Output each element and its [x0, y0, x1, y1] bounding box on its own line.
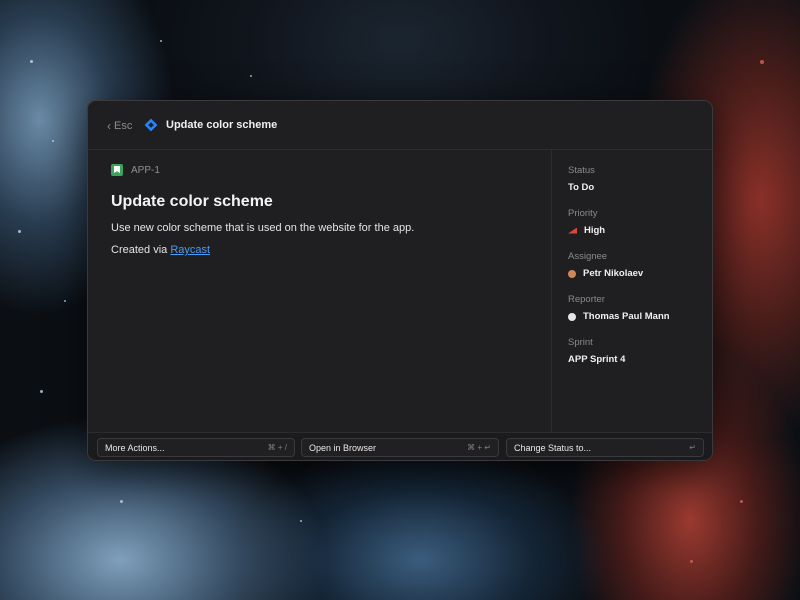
assignee-avatar: [568, 269, 576, 278]
status-field: Status To Do: [568, 165, 595, 193]
issue-description: Use new color scheme that is used on the…: [111, 222, 415, 234]
back-label: Esc: [114, 120, 133, 132]
priority-value: High: [568, 225, 605, 236]
priority-text: High: [584, 225, 606, 236]
wallpaper-speck: [740, 500, 743, 503]
created-prefix: Created via: [111, 244, 168, 256]
open-in-browser-button[interactable]: Open in Browser ⌘ + ↵: [301, 438, 499, 457]
change-status-shortcut: ↵: [689, 443, 696, 452]
wallpaper-speck: [40, 390, 43, 393]
priority-label: Priority: [568, 208, 598, 219]
details-sidebar: Status To Do Priority High Assignee Petr…: [551, 150, 712, 432]
wallpaper-speck: [160, 40, 162, 42]
change-status-button[interactable]: Change Status to... ↵: [506, 438, 704, 457]
reporter-avatar: [568, 312, 576, 321]
status-label: Status: [568, 165, 595, 176]
wallpaper-speck: [250, 75, 252, 77]
jira-icon: [144, 118, 158, 132]
sprint-text: APP Sprint 4: [568, 354, 626, 365]
header-title: Update color scheme: [166, 119, 278, 131]
more-actions-label: More Actions...: [105, 442, 165, 453]
status-text: To Do: [568, 182, 595, 193]
assignee-field: Assignee Petr Nikolaev: [568, 251, 643, 279]
issue-title: Update color scheme: [111, 193, 273, 210]
wallpaper-speck: [690, 560, 693, 563]
back-button[interactable]: ‹ Esc: [107, 119, 132, 133]
priority-field: Priority High: [568, 208, 605, 236]
issue-key-row: APP-1: [111, 164, 160, 176]
more-actions-shortcut: ⌘ + /: [267, 443, 287, 452]
wallpaper-speck: [120, 500, 123, 503]
open-in-browser-label: Open in Browser: [309, 442, 377, 453]
issue-window: ‹ Esc Update color scheme APP-1 Update c…: [87, 100, 713, 461]
wallpaper-speck: [30, 60, 33, 63]
wallpaper-speck: [300, 520, 302, 522]
wallpaper-speck: [760, 60, 764, 64]
status-value: To Do: [568, 182, 595, 193]
priority-high-icon: [568, 227, 577, 234]
reporter-text: Thomas Paul Mann: [583, 311, 670, 322]
reporter-label: Reporter: [568, 294, 605, 305]
open-in-browser-shortcut: ⌘ + ↵: [467, 443, 491, 452]
window-header: ‹ Esc Update color scheme: [88, 101, 712, 150]
chevron-left-icon: ‹: [107, 119, 111, 133]
issue-detail: APP-1 Update color scheme Use new color …: [88, 150, 551, 432]
wallpaper-speck: [64, 300, 66, 302]
wallpaper-speck: [18, 230, 21, 233]
issue-key: APP-1: [131, 164, 160, 176]
story-icon: [111, 164, 123, 176]
raycast-link[interactable]: Raycast: [170, 244, 210, 256]
assignee-text: Petr Nikolaev: [583, 268, 644, 279]
reporter-field: Reporter Thomas Paul Mann: [568, 294, 670, 322]
action-bar: More Actions... ⌘ + / Open in Browser ⌘ …: [88, 432, 712, 460]
created-via: Created via Raycast: [111, 244, 210, 256]
change-status-label: Change Status to...: [514, 442, 592, 453]
reporter-value: Thomas Paul Mann: [568, 311, 670, 322]
more-actions-button[interactable]: More Actions... ⌘ + /: [97, 438, 295, 457]
wallpaper-speck: [52, 140, 54, 142]
sprint-value: APP Sprint 4: [568, 354, 625, 365]
assignee-label: Assignee: [568, 251, 608, 262]
sprint-field: Sprint APP Sprint 4: [568, 337, 625, 365]
assignee-value: Petr Nikolaev: [568, 268, 643, 279]
sprint-label: Sprint: [568, 337, 593, 348]
